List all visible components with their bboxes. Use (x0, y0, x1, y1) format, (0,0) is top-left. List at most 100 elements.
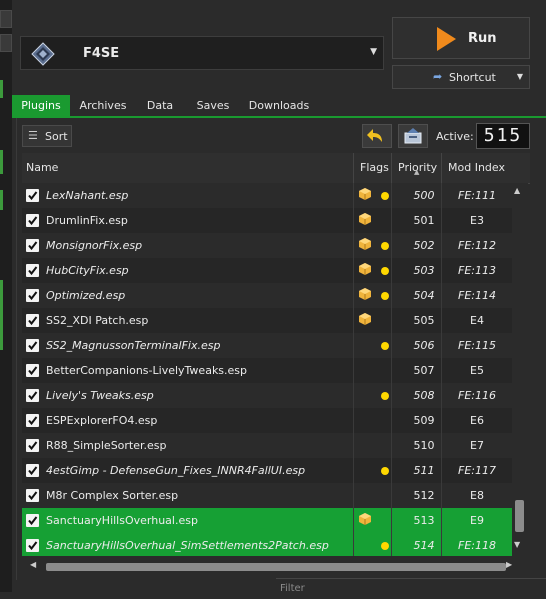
tab-data[interactable]: Data (138, 95, 182, 117)
priority-value: 505 (413, 314, 435, 327)
enabled-checkbox[interactable] (26, 489, 39, 502)
mod-index-value: E8 (470, 489, 484, 502)
table-row[interactable]: HubCityFix.esp 503 FE:113 (22, 258, 512, 283)
enabled-checkbox[interactable] (26, 514, 39, 527)
enabled-checkbox[interactable] (26, 239, 39, 252)
mod-index-value: FE:116 (458, 389, 496, 402)
flag-dot-icon (381, 467, 389, 475)
mod-index-value: E4 (470, 314, 484, 327)
flag-box-icon (359, 513, 371, 525)
table-row[interactable]: SS2_MagnussonTerminalFix.esp 506 FE:115 (22, 333, 512, 358)
flag-dot-icon (381, 542, 389, 550)
table-row[interactable]: DrumlinFix.esp 501 E3 (22, 208, 512, 233)
plugin-name: MonsignorFix.esp (46, 239, 143, 252)
left-pane-indicator (0, 280, 3, 350)
table-row[interactable]: 4estGimp - DefenseGun_Fixes_INNR4FallUI.… (22, 458, 512, 483)
enabled-checkbox[interactable] (26, 314, 39, 327)
f4se-logo-icon (31, 42, 55, 66)
sort-button[interactable]: ☰ Sort (22, 125, 72, 147)
undo-button[interactable] (362, 124, 392, 148)
table-row[interactable]: Optimized.esp 504 FE:114 (22, 283, 512, 308)
table-row[interactable]: SanctuaryHillsOverhual.esp 513 E9 (22, 508, 512, 533)
filter-input[interactable]: Filter (276, 578, 546, 594)
shortcut-button[interactable]: ➦ Shortcut ▼ (392, 65, 530, 89)
active-label: Active: (436, 130, 474, 143)
flag-box-icon (359, 263, 371, 275)
priority-value: 504 (413, 289, 435, 302)
tab-plugins[interactable]: Plugins (12, 95, 70, 117)
priority-value: 513 (413, 514, 435, 527)
enabled-checkbox[interactable] (26, 339, 39, 352)
scroll-left-icon[interactable]: ◀ (30, 560, 36, 569)
enabled-checkbox[interactable] (26, 439, 39, 452)
play-icon (437, 27, 456, 51)
mod-index-value: FE:111 (458, 189, 496, 202)
mod-index-value: E9 (470, 514, 484, 527)
left-pane-button[interactable] (0, 10, 12, 28)
check-icon (28, 491, 38, 501)
flag-dot-icon (381, 242, 389, 250)
priority-value: 506 (413, 339, 435, 352)
plugin-name: SS2_XDI Patch.esp (46, 314, 149, 327)
column-name[interactable]: Name (26, 153, 356, 183)
check-icon (28, 416, 38, 426)
enabled-checkbox[interactable] (26, 189, 39, 202)
sort-ascending-icon: ▲ (414, 168, 420, 176)
profile-selector[interactable]: F4SE ▼ (20, 36, 384, 70)
column-mod-index[interactable]: Mod Index (441, 153, 518, 183)
vertical-scroll-thumb[interactable] (515, 500, 524, 532)
scroll-up-icon[interactable]: ▲ (514, 186, 520, 195)
scroll-down-icon[interactable]: ▼ (514, 540, 520, 549)
enabled-checkbox[interactable] (26, 264, 39, 277)
enabled-checkbox[interactable] (26, 214, 39, 227)
left-pane-button[interactable] (0, 34, 12, 52)
plugin-name: SanctuaryHillsOverhual.esp (46, 514, 198, 527)
check-icon (28, 241, 38, 251)
tab-downloads[interactable]: Downloads (246, 95, 312, 117)
left-pane-indicator (0, 80, 3, 98)
plugin-name: Optimized.esp (46, 289, 126, 302)
check-icon (28, 291, 38, 301)
left-pane-strip (0, 0, 12, 592)
flag-box-icon (359, 238, 371, 250)
tab-saves[interactable]: Saves (190, 95, 236, 117)
column-priority[interactable]: Priority (391, 153, 448, 183)
enabled-checkbox[interactable] (26, 389, 39, 402)
table-row[interactable]: SS2_XDI Patch.esp 505 E4 (22, 308, 512, 333)
horizontal-scroll-thumb[interactable] (46, 563, 506, 571)
flag-dot-icon (381, 267, 389, 275)
tab-archives[interactable]: Archives (74, 95, 132, 117)
enabled-checkbox[interactable] (26, 464, 39, 477)
plugin-name: LexNahant.esp (46, 189, 129, 202)
check-icon (28, 466, 38, 476)
priority-value: 500 (413, 189, 435, 202)
sort-icon: ☰ (28, 129, 38, 142)
table-row[interactable]: R88_SimpleSorter.esp 510 E7 (22, 433, 512, 458)
backup-icon (404, 128, 422, 144)
table-row[interactable]: M8r Complex Sorter.esp 512 E8 (22, 483, 512, 508)
table-row[interactable]: Lively's Tweaks.esp 508 FE:116 (22, 383, 512, 408)
table-row[interactable]: BetterCompanions-LivelyTweaks.esp 507 E5 (22, 358, 512, 383)
enabled-checkbox[interactable] (26, 414, 39, 427)
table-row[interactable]: SanctuaryHillsOverhual_SimSettlements2Pa… (22, 533, 512, 556)
chevron-down-icon[interactable]: ▼ (517, 72, 523, 81)
priority-value: 511 (413, 464, 435, 477)
check-icon (28, 441, 38, 451)
plugin-list: LexNahant.esp 500 FE:111 DrumlinFix.esp 501 E… (22, 183, 512, 556)
mod-index-value: E7 (470, 439, 484, 452)
enabled-checkbox[interactable] (26, 364, 39, 377)
plugin-name: BetterCompanions-LivelyTweaks.esp (46, 364, 248, 377)
flag-box-icon (359, 288, 371, 300)
enabled-checkbox[interactable] (26, 539, 39, 552)
table-row[interactable]: MonsignorFix.esp 502 FE:112 (22, 233, 512, 258)
tab-bar: Plugins Archives Data Saves Downloads (12, 95, 546, 117)
enabled-checkbox[interactable] (26, 289, 39, 302)
scroll-right-icon[interactable]: ▶ (506, 560, 512, 569)
table-row[interactable]: LexNahant.esp 500 FE:111 (22, 183, 512, 208)
priority-value: 501 (413, 214, 435, 227)
table-row[interactable]: ESPExplorerFO4.esp 509 E6 (22, 408, 512, 433)
backup-button[interactable] (398, 124, 428, 148)
mod-index-value: FE:113 (458, 264, 496, 277)
plugin-name: M8r Complex Sorter.esp (46, 489, 179, 502)
run-button[interactable]: Run (392, 17, 530, 59)
